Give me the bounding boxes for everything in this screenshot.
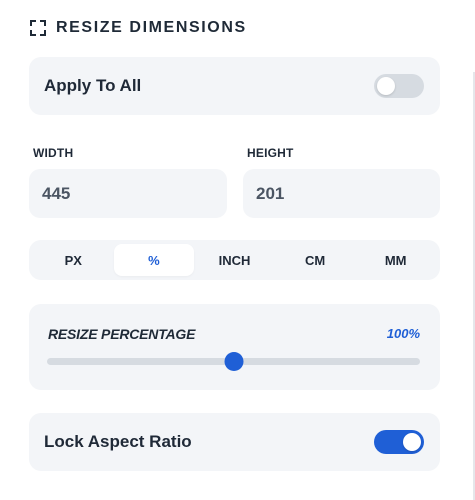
- unit-option-mm[interactable]: MM: [355, 244, 436, 276]
- apply-to-all-toggle[interactable]: [374, 74, 424, 98]
- height-input[interactable]: [243, 169, 440, 218]
- resize-percentage-value: 100%: [386, 326, 420, 341]
- resize-percentage-panel: RESIZE PERCENTAGE 100%: [29, 304, 440, 390]
- apply-to-all-label: Apply To All: [44, 76, 142, 95]
- lock-aspect-ratio-toggle[interactable]: [374, 430, 424, 454]
- width-input[interactable]: [29, 169, 227, 218]
- slider-thumb[interactable]: [224, 352, 243, 371]
- unit-option-inch[interactable]: INCH: [194, 244, 275, 276]
- resize-frame-icon: [30, 20, 46, 36]
- unit-option-cm[interactable]: CM: [275, 244, 356, 276]
- resize-percentage-label: RESIZE PERCENTAGE: [48, 326, 196, 342]
- height-label: HEIGHT: [247, 146, 294, 160]
- lock-aspect-ratio-row: Lock Aspect Ratio: [29, 413, 440, 471]
- lock-aspect-ratio-label: Lock Aspect Ratio: [44, 432, 192, 451]
- unit-option-percent[interactable]: %: [113, 244, 195, 276]
- unit-selector: PX% INCH CM MM: [29, 240, 440, 280]
- section-title: RESIZE DIMENSIONS: [56, 19, 247, 36]
- width-label: WIDTH: [33, 146, 74, 160]
- toggle-knob: [403, 433, 421, 451]
- toggle-knob: [377, 77, 395, 95]
- unit-option-px[interactable]: PX: [33, 244, 114, 276]
- resize-percentage-slider[interactable]: [47, 352, 420, 371]
- section-header: RESIZE DIMENSIONS: [30, 17, 247, 39]
- apply-to-all-row: Apply To All: [29, 57, 440, 115]
